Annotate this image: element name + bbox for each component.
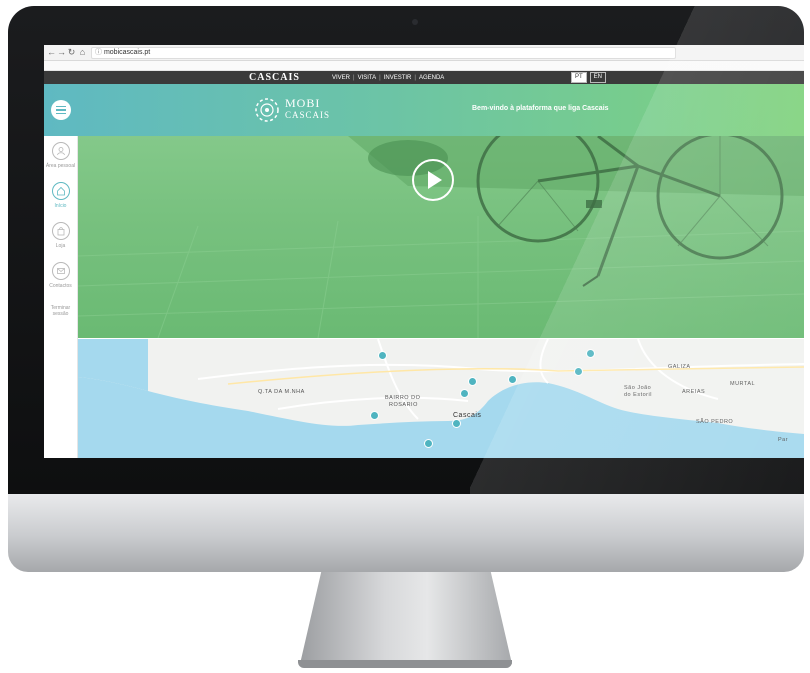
user-icon (51, 142, 70, 160)
map-pin-icon[interactable] (460, 389, 469, 398)
welcome-text: Bem-vindo à plataforma que liga Cascais (472, 105, 609, 112)
map-pin-icon[interactable] (378, 351, 387, 360)
map-pin-icon[interactable] (574, 367, 583, 376)
sidebar-item-label: Área pessoal (45, 163, 76, 169)
map-label: BAIRRO DO (385, 395, 421, 401)
map-pin-icon[interactable] (424, 439, 433, 448)
map-label: SÃO PEDRO (696, 419, 734, 425)
monitor-stand (300, 572, 512, 664)
envelope-icon (51, 262, 70, 280)
map-label: GALIZA (668, 364, 691, 370)
site-header: MOBI CASCAIS Bem-vindo à plataforma que … (44, 84, 804, 136)
browser-toolbar: ← → ↻ ⌂ ⓘ mobicascais.pt (44, 45, 804, 61)
map-label: AREIAS (682, 389, 706, 395)
mobility-map[interactable]: GALIZA MURTAL AREIAS Q.TA DA M.NHA BAIRR… (78, 339, 804, 458)
map-pin-icon[interactable] (468, 377, 477, 386)
sidebar-item-label: Início (54, 203, 67, 209)
sidebar-item-area-pessoal[interactable]: Área pessoal (44, 142, 77, 169)
info-icon: ⓘ (95, 49, 104, 56)
play-icon (428, 171, 442, 189)
map-label: Cascais (453, 412, 482, 419)
screen: ← → ↻ ⌂ ⓘ mobicascais.pt CASCAIS VIVER |… (44, 45, 804, 458)
sidebar-item-loja[interactable]: Loja (44, 222, 77, 249)
language-switcher: PT EN (571, 72, 607, 83)
mobi-cascais-logo[interactable]: MOBI CASCAIS (285, 96, 331, 121)
camera-icon (412, 19, 418, 25)
map-label: Par (778, 437, 789, 443)
address-bar[interactable]: ⓘ mobicascais.pt (91, 47, 676, 59)
home-icon[interactable]: ⌂ (77, 46, 88, 58)
logo-line2: CASCAIS (285, 110, 331, 120)
shopping-bag-icon (51, 222, 70, 240)
address-bar-url: mobicascais.pt (103, 49, 151, 56)
logo-line1: MOBI (285, 96, 321, 110)
map-pin-icon[interactable] (370, 411, 379, 420)
sidebar-item-label: Contactos (49, 283, 72, 289)
play-button[interactable] (412, 159, 454, 201)
sidebar-item-logout[interactable]: Terminar sessão (44, 302, 77, 317)
map-pin-icon[interactable] (586, 349, 595, 358)
nav-visita-link[interactable]: VISITA (355, 75, 380, 81)
nav-agenda-link[interactable]: AGENDA (416, 75, 447, 81)
bookmarks-bar (44, 61, 804, 71)
sidebar: Área pessoal Início Loja Contactos Termi… (44, 136, 78, 458)
map-label: São João (624, 385, 652, 391)
monitor-chin (8, 494, 804, 572)
map-label: do Estoril (624, 392, 652, 398)
map-canvas (78, 339, 804, 458)
cascais-logo[interactable]: CASCAIS (249, 71, 300, 84)
municipal-nav: VIVER | VISITA | INVESTIR | AGENDA (329, 71, 447, 84)
nav-viver-link[interactable]: VIVER (329, 75, 353, 81)
map-pin-icon[interactable] (508, 375, 517, 384)
reload-icon[interactable]: ↻ (66, 46, 77, 58)
map-pin-icon[interactable] (452, 419, 461, 428)
lang-en-button[interactable]: EN (589, 72, 607, 83)
nav-investir-link[interactable]: INVESTIR (381, 75, 415, 81)
map-label: Q.TA DA M.NHA (258, 389, 305, 395)
municipal-bar: CASCAIS VIVER | VISITA | INVESTIR | AGEN… (44, 71, 804, 84)
mobi-cascais-logo-icon[interactable] (252, 95, 282, 125)
home-icon (51, 182, 70, 200)
logout-label: Terminar sessão (50, 305, 71, 317)
monitor-stand-base (298, 660, 512, 668)
hamburger-menu-icon[interactable] (51, 100, 71, 120)
map-label: MURTAL (730, 381, 756, 387)
hero-video[interactable] (78, 136, 804, 338)
sidebar-item-inicio[interactable]: Início (44, 182, 77, 209)
sidebar-item-label: Loja (55, 243, 66, 249)
lang-pt-button[interactable]: PT (571, 72, 587, 83)
sidebar-item-contactos[interactable]: Contactos (44, 262, 77, 289)
map-label: ROSARIO (389, 402, 418, 408)
